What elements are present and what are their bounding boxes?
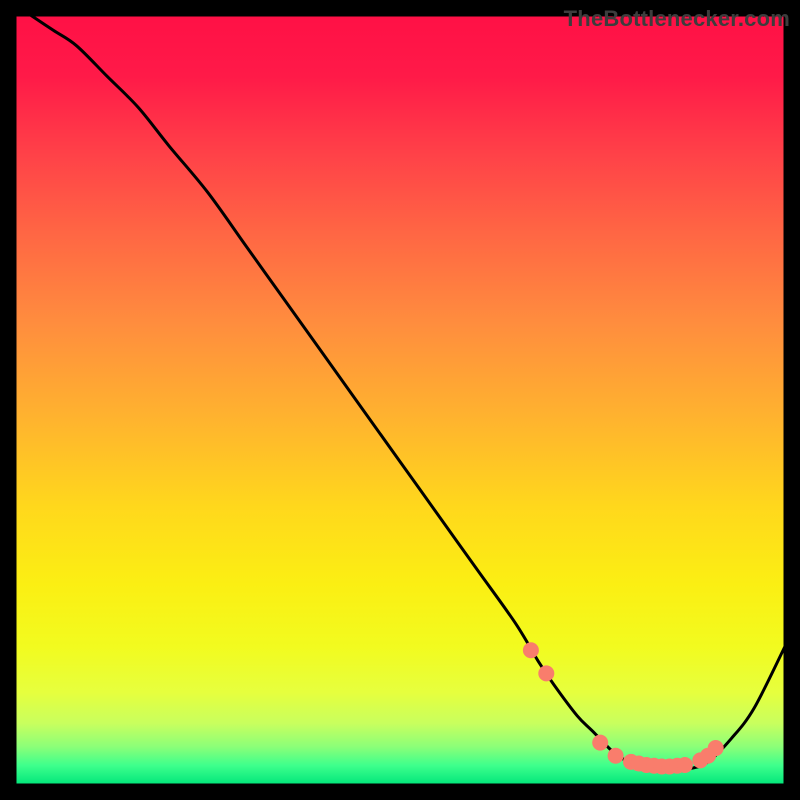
chart-svg (0, 0, 800, 800)
marker-point (538, 665, 554, 681)
gradient-background (15, 15, 785, 785)
marker-point (677, 757, 693, 773)
marker-point (523, 642, 539, 658)
bottleneck-chart: TheBottlenecker.com (0, 0, 800, 800)
watermark-text: TheBottlenecker.com (564, 6, 790, 32)
marker-point (592, 735, 608, 751)
marker-point (608, 748, 624, 764)
marker-point (708, 740, 724, 756)
